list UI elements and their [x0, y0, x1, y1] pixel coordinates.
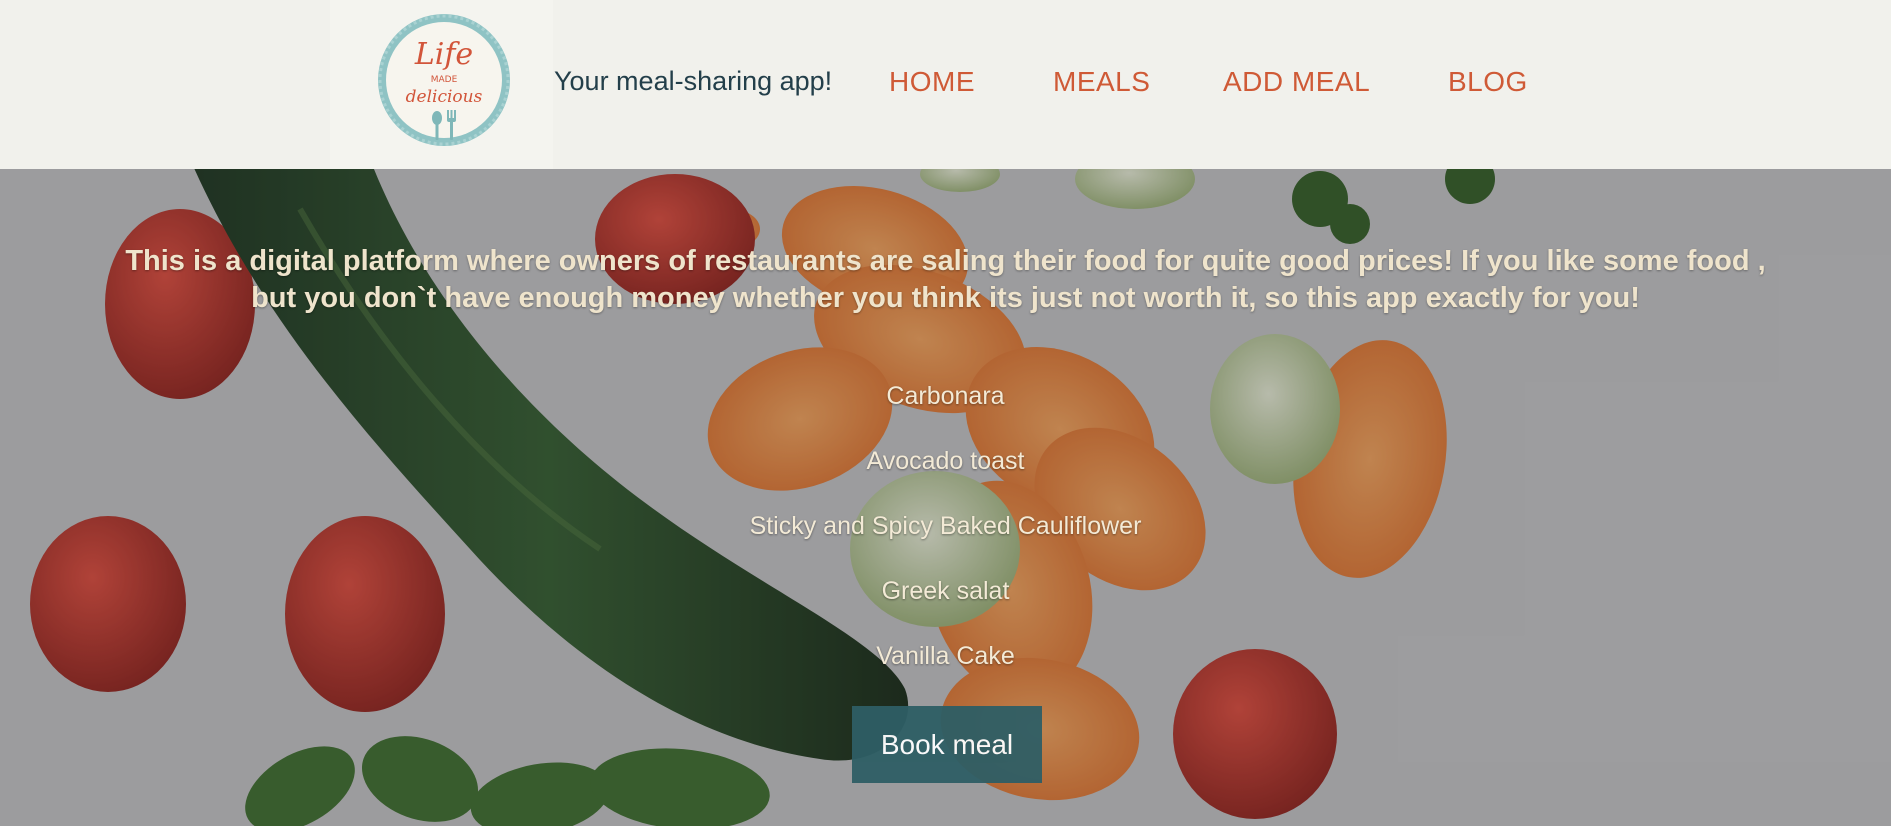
tagline: Your meal-sharing app! — [554, 66, 833, 96]
site-header: Life MADE delicious Your meal-sharing ap… — [0, 0, 1891, 169]
nav-blog[interactable]: BLOG — [1448, 66, 1528, 98]
meal-list: Carbonara Avocado toast Sticky and Spicy… — [0, 381, 1891, 706]
meal-item-avocado-toast[interactable]: Avocado toast — [0, 446, 1891, 511]
logo[interactable]: Life MADE delicious — [376, 12, 512, 148]
meal-item-carbonara[interactable]: Carbonara — [0, 381, 1891, 446]
meal-item-greek-salat[interactable]: Greek salat — [0, 576, 1891, 641]
logo-text-life: Life — [414, 37, 473, 72]
book-meal-button[interactable]: Book meal — [852, 706, 1042, 783]
logo-text-delicious: delicious — [406, 87, 483, 107]
logo-text-made: MADE — [431, 75, 458, 85]
meal-item-cauliflower[interactable]: Sticky and Spicy Baked Cauliflower — [0, 511, 1891, 576]
intro-line-2: but you don`t have enough money whether … — [251, 282, 1640, 314]
meal-item-vanilla-cake[interactable]: Vanilla Cake — [0, 641, 1891, 706]
hero-section: This is a digital platform where owners … — [0, 169, 1891, 829]
nav-add-meal[interactable]: ADD MEAL — [1223, 66, 1370, 98]
nav-home[interactable]: HOME — [889, 66, 975, 98]
intro-text: This is a digital platform where owners … — [0, 243, 1891, 317]
intro-line-1: This is a digital platform where owners … — [125, 245, 1766, 277]
nav-meals[interactable]: MEALS — [1053, 66, 1150, 98]
